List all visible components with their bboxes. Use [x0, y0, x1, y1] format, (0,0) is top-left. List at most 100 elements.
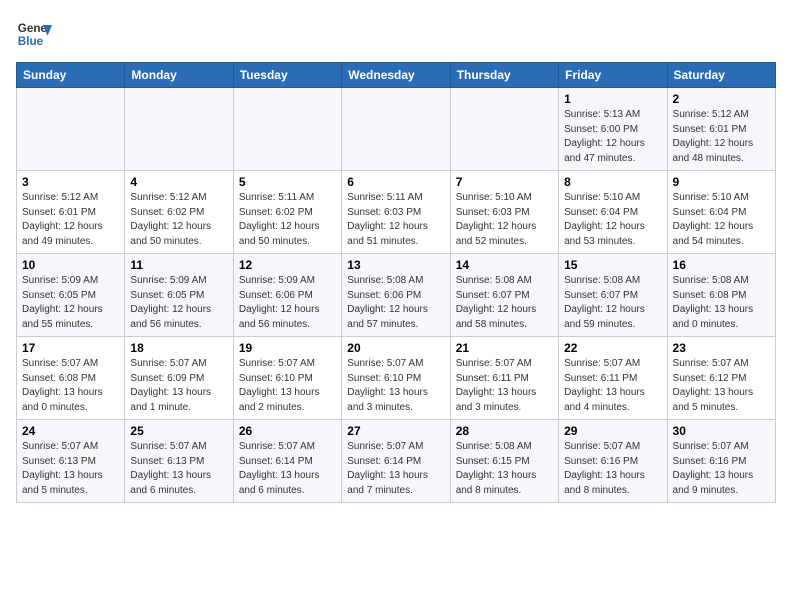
calendar-cell: 20 Sunrise: 5:07 AMSunset: 6:10 PMDayligh…	[342, 337, 450, 420]
day-info: Sunrise: 5:07 AMSunset: 6:14 PMDaylight:…	[239, 440, 336, 498]
calendar-cell: 7 Sunrise: 5:10 AMSunset: 6:03 PMDaylight…	[450, 171, 558, 254]
day-info: Sunrise: 5:07 AMSunset: 6:12 PMDaylight:…	[673, 357, 770, 415]
weekday-header: Tuesday	[233, 63, 341, 88]
day-number: 28	[456, 424, 553, 438]
calendar-cell	[450, 88, 558, 171]
day-info: Sunrise: 5:07 AMSunset: 6:13 PMDaylight:…	[130, 440, 227, 498]
day-number: 17	[22, 341, 119, 355]
day-info: Sunrise: 5:09 AMSunset: 6:05 PMDaylight:…	[130, 274, 227, 332]
calendar-cell: 29Sunrise: 5:07 AMSunset: 6:16 PMDayligh…	[559, 420, 667, 503]
weekday-header: Monday	[125, 63, 233, 88]
day-info: Sunrise: 5:08 AMSunset: 6:06 PMDaylight:…	[347, 274, 444, 332]
day-number: 10	[22, 258, 119, 272]
calendar-cell: 28 Sunrise: 5:08 AMSunset: 6:15 PMDayligh…	[450, 420, 558, 503]
day-number: 6	[347, 175, 444, 189]
calendar-cell: 1 Sunrise: 5:13 AMSunset: 6:00 PMDaylight…	[559, 88, 667, 171]
day-info: Sunrise: 5:07 AMSunset: 6:11 PMDaylight:…	[564, 357, 661, 415]
day-number: 12	[239, 258, 336, 272]
day-info: Sunrise: 5:08 AMSunset: 6:07 PMDaylight:…	[456, 274, 553, 332]
day-number: 2	[673, 92, 770, 106]
calendar-cell: 17 Sunrise: 5:07 AMSunset: 6:08 PMDayligh…	[17, 337, 125, 420]
calendar-cell	[17, 88, 125, 171]
day-info: Sunrise: 5:10 AMSunset: 6:03 PMDaylight:…	[456, 191, 553, 249]
day-info: Sunrise: 5:10 AMSunset: 6:04 PMDaylight:…	[564, 191, 661, 249]
calendar-cell: 19 Sunrise: 5:07 AMSunset: 6:10 PMDayligh…	[233, 337, 341, 420]
calendar-cell: 22Sunrise: 5:07 AMSunset: 6:11 PMDayligh…	[559, 337, 667, 420]
calendar-cell: 11 Sunrise: 5:09 AMSunset: 6:05 PMDayligh…	[125, 254, 233, 337]
day-number: 19	[239, 341, 336, 355]
day-info: Sunrise: 5:09 AMSunset: 6:05 PMDaylight:…	[22, 274, 119, 332]
day-info: Sunrise: 5:07 AMSunset: 6:09 PMDaylight:…	[130, 357, 227, 415]
calendar-cell: 25 Sunrise: 5:07 AMSunset: 6:13 PMDayligh…	[125, 420, 233, 503]
svg-text:Blue: Blue	[18, 35, 44, 48]
day-number: 16	[673, 258, 770, 272]
calendar-cell: 13 Sunrise: 5:08 AMSunset: 6:06 PMDayligh…	[342, 254, 450, 337]
calendar-cell: 15 Sunrise: 5:08 AMSunset: 6:07 PMDayligh…	[559, 254, 667, 337]
calendar-cell: 23 Sunrise: 5:07 AMSunset: 6:12 PMDayligh…	[667, 337, 775, 420]
day-info: Sunrise: 5:08 AMSunset: 6:15 PMDaylight:…	[456, 440, 553, 498]
day-info: Sunrise: 5:07 AMSunset: 6:10 PMDaylight:…	[347, 357, 444, 415]
logo-icon: General Blue	[16, 16, 52, 52]
day-number: 26	[239, 424, 336, 438]
calendar-week-row: 10 Sunrise: 5:09 AMSunset: 6:05 PMDayligh…	[17, 254, 776, 337]
day-info: Sunrise: 5:13 AMSunset: 6:00 PMDaylight:…	[564, 108, 661, 166]
weekday-header: Sunday	[17, 63, 125, 88]
calendar-cell: 3 Sunrise: 5:12 AMSunset: 6:01 PMDaylight…	[17, 171, 125, 254]
day-info: Sunrise: 5:10 AMSunset: 6:04 PMDaylight:…	[673, 191, 770, 249]
day-number: 23	[673, 341, 770, 355]
day-number: 9	[673, 175, 770, 189]
day-number: 11	[130, 258, 227, 272]
calendar-cell: 6 Sunrise: 5:11 AMSunset: 6:03 PMDaylight…	[342, 171, 450, 254]
weekday-header: Thursday	[450, 63, 558, 88]
day-number: 24	[22, 424, 119, 438]
day-info: Sunrise: 5:07 AMSunset: 6:08 PMDaylight:…	[22, 357, 119, 415]
day-number: 18	[130, 341, 227, 355]
day-info: Sunrise: 5:09 AMSunset: 6:06 PMDaylight:…	[239, 274, 336, 332]
calendar-cell: 5 Sunrise: 5:11 AMSunset: 6:02 PMDaylight…	[233, 171, 341, 254]
day-number: 1	[564, 92, 661, 106]
day-info: Sunrise: 5:11 AMSunset: 6:03 PMDaylight:…	[347, 191, 444, 249]
day-number: 29	[564, 424, 661, 438]
day-number: 15	[564, 258, 661, 272]
day-info: Sunrise: 5:12 AMSunset: 6:02 PMDaylight:…	[130, 191, 227, 249]
calendar-cell: 16 Sunrise: 5:08 AMSunset: 6:08 PMDayligh…	[667, 254, 775, 337]
day-number: 20	[347, 341, 444, 355]
day-info: Sunrise: 5:07 AMSunset: 6:10 PMDaylight:…	[239, 357, 336, 415]
day-number: 30	[673, 424, 770, 438]
calendar-week-row: 24 Sunrise: 5:07 AMSunset: 6:13 PMDayligh…	[17, 420, 776, 503]
calendar-cell: 2 Sunrise: 5:12 AMSunset: 6:01 PMDaylight…	[667, 88, 775, 171]
day-info: Sunrise: 5:07 AMSunset: 6:16 PMDaylight:…	[673, 440, 770, 498]
day-number: 25	[130, 424, 227, 438]
day-number: 27	[347, 424, 444, 438]
calendar-week-row: 3 Sunrise: 5:12 AMSunset: 6:01 PMDaylight…	[17, 171, 776, 254]
day-info: Sunrise: 5:07 AMSunset: 6:14 PMDaylight:…	[347, 440, 444, 498]
day-info: Sunrise: 5:08 AMSunset: 6:08 PMDaylight:…	[673, 274, 770, 332]
day-number: 14	[456, 258, 553, 272]
day-info: Sunrise: 5:11 AMSunset: 6:02 PMDaylight:…	[239, 191, 336, 249]
calendar-cell: 30 Sunrise: 5:07 AMSunset: 6:16 PMDayligh…	[667, 420, 775, 503]
weekday-header: Saturday	[667, 63, 775, 88]
day-info: Sunrise: 5:08 AMSunset: 6:07 PMDaylight:…	[564, 274, 661, 332]
calendar-cell: 21Sunrise: 5:07 AMSunset: 6:11 PMDayligh…	[450, 337, 558, 420]
calendar-cell	[233, 88, 341, 171]
day-number: 3	[22, 175, 119, 189]
day-number: 8	[564, 175, 661, 189]
calendar-header-row: SundayMondayTuesdayWednesdayThursdayFrid…	[17, 63, 776, 88]
calendar-cell	[125, 88, 233, 171]
day-number: 7	[456, 175, 553, 189]
day-number: 13	[347, 258, 444, 272]
page-header: General Blue	[16, 16, 776, 52]
calendar-cell	[342, 88, 450, 171]
day-info: Sunrise: 5:12 AMSunset: 6:01 PMDaylight:…	[22, 191, 119, 249]
day-info: Sunrise: 5:07 AMSunset: 6:13 PMDaylight:…	[22, 440, 119, 498]
calendar-week-row: 1 Sunrise: 5:13 AMSunset: 6:00 PMDaylight…	[17, 88, 776, 171]
day-info: Sunrise: 5:12 AMSunset: 6:01 PMDaylight:…	[673, 108, 770, 166]
calendar-cell: 12 Sunrise: 5:09 AMSunset: 6:06 PMDayligh…	[233, 254, 341, 337]
calendar-cell: 9 Sunrise: 5:10 AMSunset: 6:04 PMDaylight…	[667, 171, 775, 254]
logo: General Blue	[16, 16, 52, 52]
calendar-cell: 18 Sunrise: 5:07 AMSunset: 6:09 PMDayligh…	[125, 337, 233, 420]
calendar-cell: 26 Sunrise: 5:07 AMSunset: 6:14 PMDayligh…	[233, 420, 341, 503]
calendar-cell: 14 Sunrise: 5:08 AMSunset: 6:07 PMDayligh…	[450, 254, 558, 337]
day-number: 5	[239, 175, 336, 189]
calendar-cell: 24 Sunrise: 5:07 AMSunset: 6:13 PMDayligh…	[17, 420, 125, 503]
